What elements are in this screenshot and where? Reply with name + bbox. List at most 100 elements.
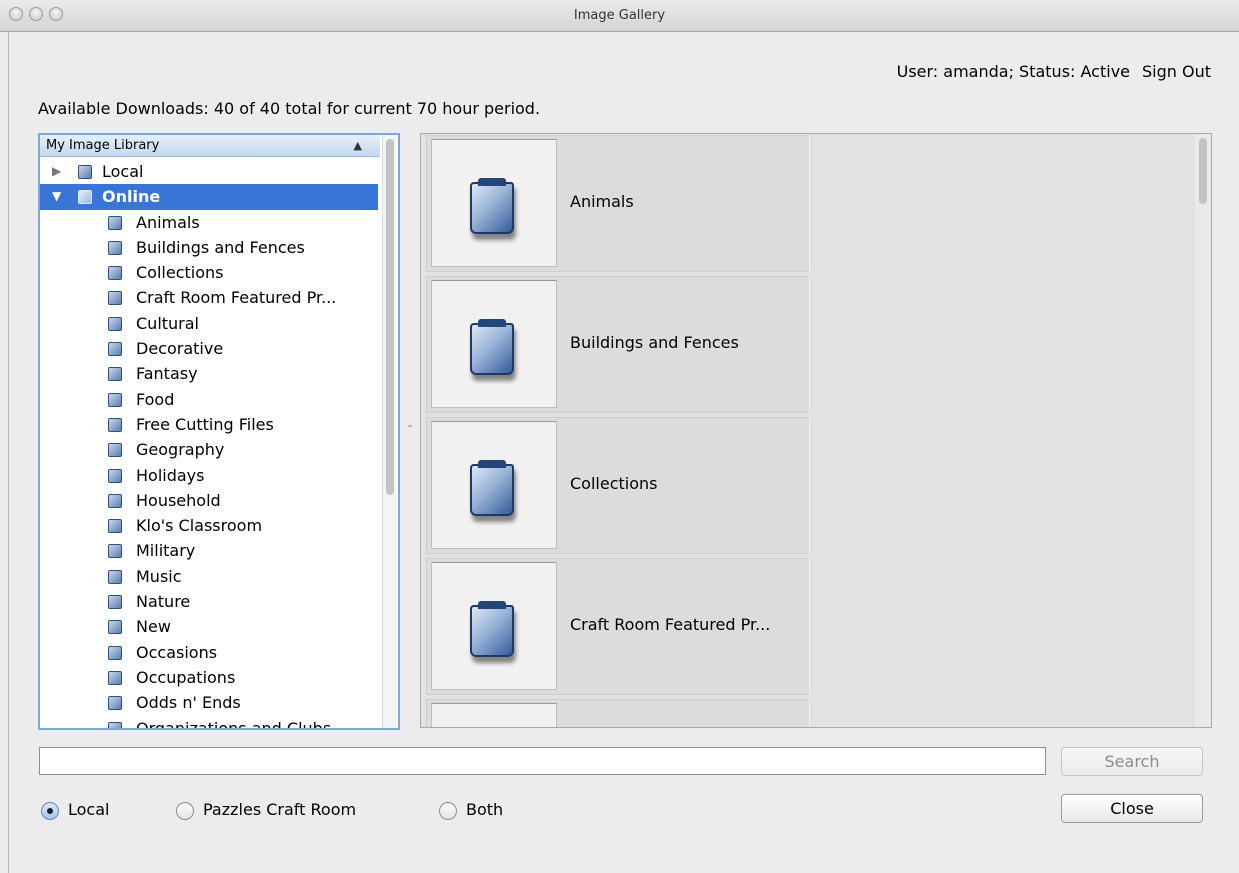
folder-icon (108, 392, 122, 407)
folder-icon (108, 696, 122, 711)
disclosure-down-icon[interactable]: ▼ (52, 184, 61, 209)
folder-icon (108, 645, 122, 660)
folder-icon (108, 620, 122, 635)
tree-node-local[interactable]: ▶ Local (40, 159, 378, 184)
tree-node-label: Music (136, 566, 182, 586)
gallery-card[interactable]: Buildings and Fences (426, 276, 810, 413)
folder-icon (108, 544, 122, 559)
folder-icon (470, 460, 514, 516)
tree-node-category[interactable]: Military (40, 538, 378, 563)
tree-scrollbar[interactable] (382, 135, 396, 728)
tree-node-category[interactable]: Buildings and Fences (40, 235, 378, 260)
tree-node-label: Occasions (136, 642, 218, 662)
tree-node-category[interactable]: New (40, 614, 378, 639)
tree-node-category[interactable]: Holidays (40, 463, 378, 488)
gallery-card[interactable]: Craft Room Featured Pr... (426, 558, 810, 695)
card-label: Buildings and Fences (570, 333, 739, 352)
search-input[interactable] (39, 747, 1046, 775)
card-thumbnail (431, 139, 557, 267)
folder-icon (108, 316, 122, 331)
splitter-handle[interactable]: ⌃ (406, 424, 414, 435)
close-button[interactable]: Close (1061, 794, 1203, 823)
tree-node-label: Animals (136, 212, 200, 232)
folder-icon (108, 291, 122, 306)
tree-header-title: My Image Library (46, 138, 160, 153)
radio-unselected-icon (439, 802, 457, 820)
tree-node-label: Nature (136, 592, 191, 612)
image-library-tree[interactable]: My Image Library ▲ ▶ Local ▼ Online Anim… (38, 133, 400, 730)
scope-radio-both[interactable]: Both (439, 799, 519, 821)
folder-icon (108, 569, 122, 584)
folder-icon (108, 721, 122, 728)
folder-icon (108, 595, 122, 610)
tree-node-label: Fantasy (136, 364, 198, 384)
card-thumbnail (431, 703, 557, 727)
tree-node-category[interactable]: Animals (40, 210, 378, 235)
folder-icon (108, 443, 122, 458)
gallery-scrollbar[interactable] (1195, 134, 1211, 727)
tree-node-label: Geography (136, 440, 225, 460)
folder-icon (108, 266, 122, 281)
radio-label: Local (68, 800, 110, 819)
tree-node-category[interactable]: Occupations (40, 665, 378, 690)
tree-node-online[interactable]: ▼ Online (40, 184, 378, 210)
tree-scrollbar-thumb[interactable] (386, 139, 394, 495)
tree-node-label: Craft Room Featured Pr... (136, 288, 337, 308)
tree-node-category[interactable]: Music (40, 564, 378, 589)
tree-node-label: New (136, 617, 171, 637)
gallery-card[interactable]: Animals (426, 135, 810, 272)
tree-node-category[interactable]: Decorative (40, 336, 378, 361)
folder-icon (108, 670, 122, 685)
card-thumbnail (431, 280, 557, 408)
folder-icon (470, 319, 514, 375)
user-status-text: User: amanda; Status: Active (896, 62, 1130, 81)
open-folder-icon (78, 190, 92, 205)
tree-node-category[interactable]: Klo's Classroom (40, 513, 378, 538)
card-label: Collections (570, 474, 658, 493)
tree-node-category[interactable]: Household (40, 488, 378, 513)
gallery-card[interactable]: Collections (426, 417, 810, 554)
sign-out-link[interactable]: Sign Out (1142, 62, 1211, 81)
folder-icon (78, 165, 92, 179)
search-button[interactable]: Search (1061, 747, 1203, 776)
tree-node-label: Buildings and Fences (136, 237, 305, 257)
tree-node-category[interactable]: Odds n' Ends (40, 690, 378, 715)
tree-node-label: Occupations (136, 667, 236, 687)
folder-icon (108, 367, 122, 382)
folder-icon (108, 417, 122, 432)
card-thumbnail (431, 421, 557, 549)
sort-ascending-icon[interactable]: ▲ (354, 135, 362, 156)
tree-node-category[interactable]: Geography (40, 437, 378, 462)
gallery-scrollbar-thumb[interactable] (1199, 138, 1207, 204)
tree-node-category[interactable]: Fantasy (40, 361, 378, 386)
folder-icon (108, 240, 122, 255)
radio-label: Pazzles Craft Room (203, 800, 357, 819)
tree-node-label: Free Cutting Files (136, 414, 274, 434)
gallery-card[interactable] (426, 699, 810, 727)
scope-radio-local[interactable]: Local (41, 799, 121, 821)
tree-node-category[interactable]: Free Cutting Files (40, 412, 378, 437)
tree-node-label: Klo's Classroom (136, 516, 263, 536)
tree-node-category[interactable]: Cultural (40, 311, 378, 336)
tree-node-category[interactable]: Occasions (40, 640, 378, 665)
tree-list: ▶ Local ▼ Online Animals Buildings and Fe… (40, 159, 378, 728)
tree-node-category[interactable]: Craft Room Featured Pr... (40, 285, 378, 310)
folder-icon (470, 178, 514, 234)
scope-radio-craft-room[interactable]: Pazzles Craft Room (176, 799, 386, 821)
folder-icon (108, 468, 122, 483)
tree-node-category[interactable]: Nature (40, 589, 378, 614)
user-status-bar: User: amanda; Status: Active Sign Out (897, 62, 1211, 81)
card-label: Animals (570, 192, 634, 211)
tree-node-label: Military (136, 541, 196, 561)
disclosure-right-icon[interactable]: ▶ (52, 159, 61, 184)
folder-icon (108, 519, 122, 534)
tree-node-category[interactable]: Collections (40, 260, 378, 285)
tree-node-label: Decorative (136, 339, 224, 359)
gallery-grid: Craft Room Featured Pr... Collections Buil… (420, 133, 1212, 728)
tree-node-category[interactable]: Food (40, 387, 378, 412)
tree-header[interactable]: My Image Library ▲ (40, 135, 380, 157)
tree-node-label: Household (136, 490, 221, 510)
card-label: Craft Room Featured Pr... (570, 615, 771, 634)
tree-node-category[interactable]: Organizations and Clubs (40, 716, 378, 728)
tree-node-label: Collections (136, 263, 224, 283)
